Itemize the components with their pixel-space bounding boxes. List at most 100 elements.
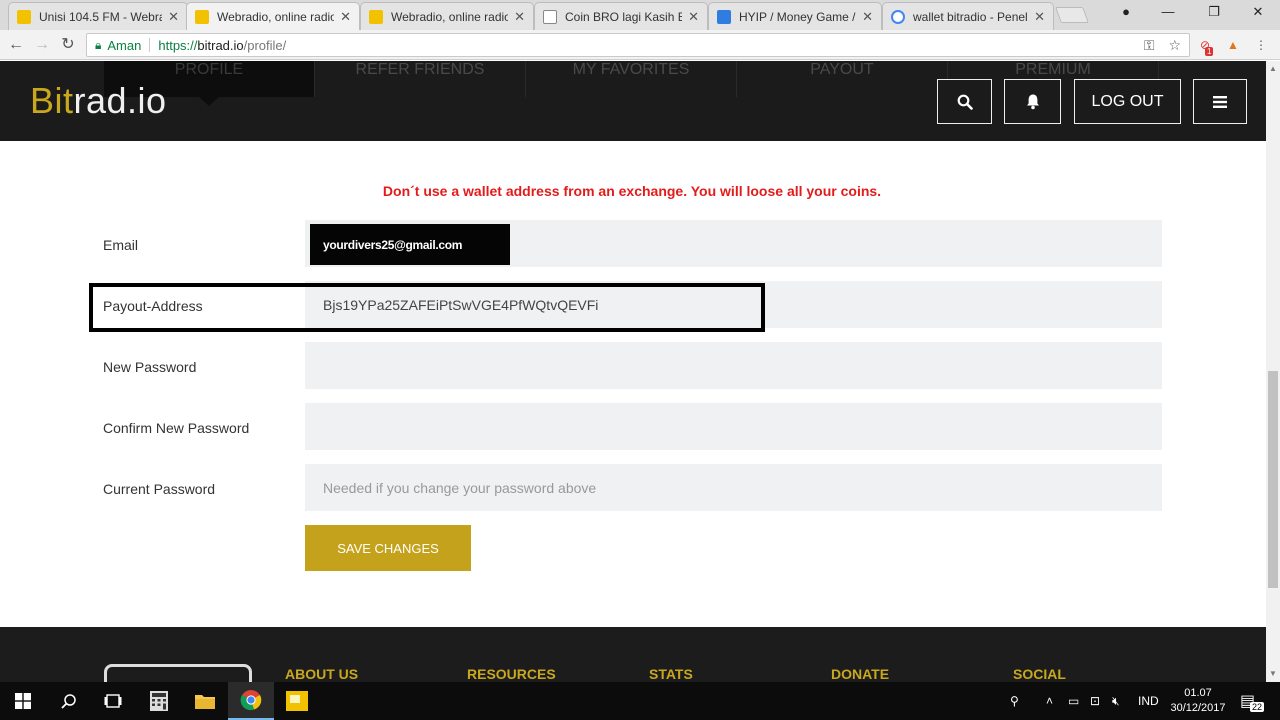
- tab-title: HYIP / Money Game / F: [739, 9, 857, 24]
- confirm-password-label: Confirm New Password: [103, 420, 250, 436]
- current-password-placeholder: Needed if you change your password above: [323, 479, 597, 496]
- payout-highlight-box: [89, 283, 765, 332]
- close-icon[interactable]: ✕: [514, 9, 525, 25]
- logo-suffix: rad.io: [73, 80, 167, 121]
- site-logo[interactable]: Bitrad.io: [30, 80, 167, 122]
- battery-icon[interactable]: ▭: [1068, 682, 1079, 720]
- people-icon[interactable]: ⚲: [1010, 682, 1019, 720]
- url-protocol: https://: [158, 37, 198, 53]
- taskbar-clock[interactable]: 01.07 30/12/2017: [1168, 686, 1228, 716]
- browser-tab-4[interactable]: Coin BRO lagi Kasih Bo ✕: [534, 2, 708, 30]
- new-tab-button[interactable]: [1055, 7, 1089, 23]
- subnav-refer-friends[interactable]: REFER FRIENDS: [315, 61, 526, 97]
- footer-social[interactable]: SOCIAL: [1013, 666, 1066, 682]
- close-window-button[interactable]: ✕: [1248, 4, 1268, 20]
- hamburger-icon: [1213, 95, 1227, 108]
- tab-title: Unisi 104.5 FM - Webra: [39, 9, 163, 24]
- page-favicon-icon: [543, 9, 557, 24]
- scroll-down-arrow-icon[interactable]: ▼: [1269, 669, 1277, 678]
- site-footer: ABOUT US RESOURCES STATS DONATE SOCIAL: [0, 627, 1266, 694]
- file-explorer-icon[interactable]: [182, 682, 228, 720]
- scroll-up-arrow-icon[interactable]: ▲: [1269, 64, 1277, 73]
- close-icon[interactable]: ✕: [168, 9, 179, 25]
- subnav-my-favorites[interactable]: MY FAVORITES: [526, 61, 737, 97]
- footer-stats[interactable]: STATS: [649, 666, 693, 682]
- tab-title: Webradio, online radio: [391, 9, 509, 24]
- new-password-label: New Password: [103, 359, 197, 375]
- reload-icon[interactable]: ↻: [58, 35, 78, 55]
- browser-tab-5[interactable]: HYIP / Money Game / F ✕: [708, 2, 882, 30]
- browser-tab-2[interactable]: Webradio, online radio ✕: [186, 2, 360, 30]
- notification-count-badge: 22: [1250, 702, 1265, 712]
- minimize-button[interactable]: —: [1158, 4, 1178, 19]
- star-icon[interactable]: ☆: [1168, 37, 1181, 53]
- page-scrollbar[interactable]: ▲ ▼: [1266, 61, 1280, 682]
- chrome-app-icon[interactable]: [228, 682, 274, 720]
- network-icon[interactable]: ⊡: [1090, 682, 1100, 720]
- footer-donate[interactable]: DONATE: [831, 666, 889, 682]
- new-password-field[interactable]: [305, 342, 1162, 389]
- windows-taskbar: ⚲ ˄ ▭ ⊡ 🔇︎ IND 01.07 30/12/2017 ▤ 22: [0, 682, 1280, 720]
- scroll-thumb[interactable]: [1268, 371, 1278, 588]
- notifications-button[interactable]: [1004, 79, 1061, 124]
- close-icon[interactable]: ✕: [862, 9, 873, 25]
- logo-prefix: Bit: [30, 80, 74, 121]
- restore-button[interactable]: ❐: [1204, 4, 1224, 20]
- tab-title: wallet bitradio - Penelu: [913, 9, 1029, 24]
- save-changes-button[interactable]: SAVE CHANGES: [305, 525, 471, 571]
- bell-icon: [1026, 94, 1039, 110]
- start-windows-icon[interactable]: [0, 682, 46, 720]
- current-password-label: Current Password: [103, 481, 216, 497]
- logout-button[interactable]: LOG OUT: [1074, 79, 1181, 124]
- lock-icon: 🔒︎: [95, 37, 102, 52]
- address-bar[interactable]: 🔒︎ Aman https:// bitrad.io /profile/ ⚿ ☆: [86, 33, 1190, 57]
- language-indicator[interactable]: IND: [1138, 682, 1159, 720]
- action-center-icon[interactable]: ▤: [1240, 682, 1255, 720]
- bitrad-favicon-icon: [195, 9, 209, 24]
- secure-label: Aman: [107, 37, 142, 53]
- subnav-active-caret: [198, 96, 220, 106]
- tab-title: Webradio, online radio: [217, 9, 335, 24]
- email-value: yourdivers25@gmail.com: [310, 224, 510, 265]
- url-path: /profile/: [243, 37, 287, 53]
- close-icon[interactable]: ✕: [1034, 9, 1045, 25]
- current-password-field[interactable]: Needed if you change your password above: [305, 464, 1162, 511]
- forward-arrow-icon[interactable]: →: [32, 35, 52, 55]
- browser-tab-1[interactable]: Unisi 104.5 FM - Webra ✕: [8, 2, 188, 30]
- email-label: Email: [103, 237, 139, 253]
- browser-tab-strip: Unisi 104.5 FM - Webra ✕ Webradio, onlin…: [0, 0, 1280, 30]
- footer-resources[interactable]: RESOURCES: [467, 666, 556, 682]
- hamburger-menu-button[interactable]: [1193, 79, 1247, 124]
- tab-title: Coin BRO lagi Kasih Bo: [565, 9, 683, 24]
- profile-icon[interactable]: ●: [1116, 4, 1136, 19]
- browser-tab-6[interactable]: wallet bitradio - Penelu ✕: [882, 2, 1054, 30]
- k-favicon-icon: [717, 9, 731, 24]
- google-favicon-icon: [891, 9, 905, 24]
- extension-badge: 1: [1205, 47, 1214, 56]
- calculator-app-icon[interactable]: [136, 682, 182, 720]
- confirm-password-field[interactable]: [305, 403, 1162, 450]
- profile-subnav: PROFILE REFER FRIENDS MY FAVORITES PAYOU…: [104, 61, 1159, 97]
- volume-muted-icon[interactable]: 🔇︎: [1112, 682, 1120, 720]
- search-button[interactable]: [937, 79, 992, 124]
- browser-tab-3[interactable]: Webradio, online radio ✕: [360, 2, 534, 30]
- key-icon[interactable]: ⚿: [1144, 37, 1155, 53]
- menu-kebab-icon[interactable]: ⋮: [1252, 36, 1270, 54]
- task-view-icon[interactable]: [90, 682, 136, 720]
- close-icon[interactable]: ✕: [688, 9, 699, 25]
- subnav-payout[interactable]: PAYOUT: [737, 61, 948, 97]
- clock-time: 01.07: [1184, 687, 1212, 699]
- footer-about-us[interactable]: ABOUT US: [285, 666, 358, 682]
- radio-favicon-icon: [17, 9, 31, 24]
- url-host: bitrad.io: [197, 37, 244, 53]
- extension-fox-icon[interactable]: ▲: [1224, 36, 1242, 54]
- clock-date: 30/12/2017: [1170, 702, 1226, 714]
- search-icon: [957, 94, 973, 110]
- bitrad-favicon-icon: [369, 9, 383, 24]
- wallet-warning-text: Don´t use a wallet address from an excha…: [382, 183, 882, 199]
- back-arrow-icon[interactable]: ←: [6, 35, 26, 55]
- tray-chevron-up-icon[interactable]: ˄: [1046, 682, 1053, 720]
- sticky-app-icon[interactable]: [274, 682, 320, 720]
- close-icon[interactable]: ✕: [340, 9, 351, 25]
- search-taskbar-icon[interactable]: [46, 682, 92, 720]
